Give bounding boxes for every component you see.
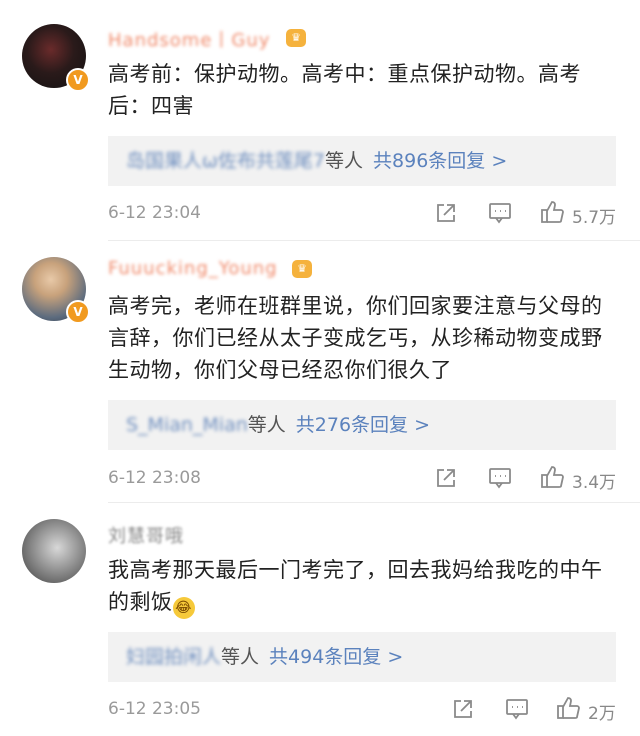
like-count: 2万 — [588, 704, 616, 724]
comment-text: 我高考那天最后一门考完了，回去我妈给我吃的中午的剩饭 😂 — [108, 554, 623, 619]
verified-badge-icon: V — [66, 68, 90, 92]
share-icon[interactable] — [435, 467, 457, 489]
verified-badge-icon: V — [66, 300, 90, 324]
share-icon[interactable] — [435, 202, 457, 224]
like-icon[interactable] — [556, 696, 580, 720]
timestamp: 6-12 23:05 — [108, 699, 201, 719]
reply-preview[interactable]: S_Mian_Mian等人 共276条回复 > — [108, 400, 616, 450]
comment-item: 刘慧哥哦 我高考那天最后一门考完了，回去我妈给我吃的中午的剩饭 😂 妇园拍闲人等人… — [0, 502, 640, 736]
share-icon[interactable] — [452, 698, 474, 720]
timestamp: 6-12 23:08 — [108, 468, 201, 488]
comment-icon[interactable] — [488, 202, 512, 224]
view-replies-link[interactable]: 共494条回复 > — [269, 646, 403, 668]
like-count: 3.4万 — [572, 473, 617, 493]
reply-suffix: 等人 — [247, 414, 286, 436]
timestamp: 6-12 23:04 — [108, 203, 201, 223]
reply-users[interactable]: 妇园拍闲人 — [126, 646, 221, 668]
reply-preview[interactable]: 岛国果人ω佐布共莲尾7等人 共896条回复 > — [108, 136, 616, 186]
reply-users[interactable]: S_Mian_Mian — [126, 414, 248, 436]
view-replies-link[interactable]: 共276条回复 > — [296, 414, 430, 436]
username[interactable]: Handsome丨Guy — [108, 26, 270, 52]
comment-item: V Handsome丨Guy ♛ 高考前：保护动物。高考中：重点保护动物。高考后… — [0, 0, 640, 240]
view-replies-link[interactable]: 共896条回复 > — [373, 150, 507, 172]
reply-preview[interactable]: 妇园拍闲人等人 共494条回复 > — [108, 632, 616, 682]
avatar[interactable] — [22, 519, 86, 583]
username[interactable]: Fuuucking_Young — [108, 258, 278, 279]
reply-users[interactable]: 岛国果人ω佐布共莲尾7 — [126, 150, 325, 172]
comment-text: 高考前：保护动物。高考中：重点保护动物。高考后：四害 — [108, 62, 581, 118]
comment-item: V Fuuucking_Young ♛ 高考完，老师在班群里说，你们回家要注意与… — [0, 240, 640, 502]
comment-text: 高考完，老师在班群里说，你们回家要注意与父母的言辞，你们已经从太子变成乞丐，从珍… — [108, 294, 603, 382]
like-icon[interactable] — [540, 200, 564, 224]
comment-icon[interactable] — [488, 467, 512, 489]
comment-icon[interactable] — [505, 698, 529, 720]
reply-suffix: 等人 — [221, 646, 260, 668]
reply-suffix: 等人 — [325, 150, 364, 172]
like-count: 5.7万 — [572, 208, 617, 228]
crown-icon: ♛ — [286, 29, 306, 47]
like-icon[interactable] — [540, 465, 564, 489]
laugh-cry-emoji-icon: 😂 — [172, 597, 195, 619]
crown-icon: ♛ — [292, 260, 312, 278]
username[interactable]: 刘慧哥哦 — [108, 522, 184, 548]
